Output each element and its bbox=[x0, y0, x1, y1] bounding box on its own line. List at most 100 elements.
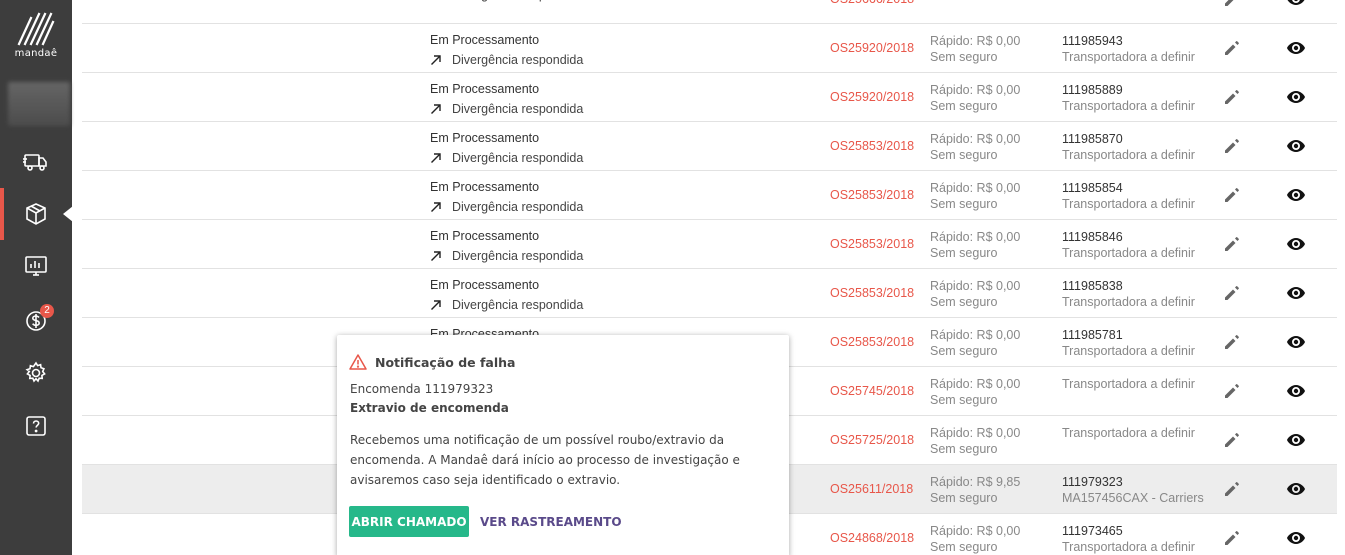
table-row[interactable]: Em Processamento Divergência respondida … bbox=[82, 24, 1337, 73]
tracking-cell: Transportadora a definir bbox=[1062, 376, 1195, 392]
popup-message: Recebemos uma notificação de um possível… bbox=[350, 433, 740, 487]
status-text: Em Processamento bbox=[430, 278, 540, 292]
insurance: Sem seguro bbox=[930, 99, 998, 113]
edit-pencil-icon[interactable] bbox=[1222, 87, 1242, 107]
shipping-type: Rápido: R$ 0,00 bbox=[930, 181, 1021, 195]
edit-pencil-icon[interactable] bbox=[1222, 528, 1242, 548]
insurance: Sem seguro bbox=[930, 246, 998, 260]
order-number[interactable]: OS25920/2018 bbox=[830, 41, 914, 55]
carrier: MA157456CAX - Carriers bbox=[1062, 491, 1204, 505]
view-eye-icon[interactable] bbox=[1286, 138, 1306, 154]
logo-text: mandaê bbox=[14, 48, 58, 59]
order-number[interactable]: OS25853/2018 bbox=[830, 188, 914, 202]
arrow-up-right-icon bbox=[430, 103, 452, 115]
table-row[interactable]: Em Processamento Divergência respondida … bbox=[82, 220, 1337, 269]
nav-shipments[interactable] bbox=[0, 135, 72, 187]
tracking-cell: 111985943 Transportadora a definir bbox=[1062, 33, 1195, 65]
truck-icon bbox=[23, 154, 47, 171]
table-row[interactable]: Em Processamento Divergência respondida … bbox=[82, 171, 1337, 220]
edit-pencil-icon[interactable] bbox=[1222, 283, 1242, 303]
avatar[interactable] bbox=[8, 82, 70, 126]
edit-pencil-icon[interactable] bbox=[1222, 479, 1242, 499]
order-number[interactable]: OS25853/2018 bbox=[830, 237, 914, 251]
order-number[interactable]: OS25611/2018 bbox=[830, 482, 913, 496]
shipping-cell: Rápido: R$ 0,00 Sem seguro bbox=[930, 376, 1020, 408]
view-eye-icon[interactable] bbox=[1286, 383, 1306, 399]
order-number[interactable]: OS25853/2018 bbox=[830, 335, 914, 349]
status-detail: Divergência respondida bbox=[452, 298, 584, 312]
nav-payments[interactable]: 2 bbox=[0, 294, 72, 346]
order-number[interactable]: OS25745/2018 bbox=[830, 384, 914, 398]
package-number: Encomenda 111979323 bbox=[350, 382, 494, 396]
tracking-cell: Transportadora a definir bbox=[1062, 425, 1195, 441]
arrow-up-right-icon bbox=[430, 201, 452, 213]
view-eye-icon[interactable] bbox=[1286, 89, 1306, 105]
view-eye-icon[interactable] bbox=[1286, 285, 1306, 301]
table-row[interactable]: Em Processamento Divergência respondida … bbox=[82, 122, 1337, 171]
order-number[interactable]: OS25853/2018 bbox=[830, 286, 914, 300]
nav-reports[interactable] bbox=[0, 241, 72, 293]
tracking-cell: 111985838 Transportadora a definir bbox=[1062, 278, 1195, 310]
view-eye-icon[interactable] bbox=[1286, 481, 1306, 497]
table-row[interactable]: Em Processamento Divergência respondida … bbox=[82, 73, 1337, 122]
edit-pencil-icon[interactable] bbox=[1222, 234, 1242, 254]
edit-pencil-icon[interactable] bbox=[1222, 38, 1242, 58]
view-eye-icon[interactable] bbox=[1286, 236, 1306, 252]
status-detail: Divergência respondida bbox=[452, 0, 583, 3]
status-text: Em Processamento bbox=[430, 33, 540, 47]
status-detail: Divergência respondida bbox=[452, 249, 584, 263]
edit-pencil-icon[interactable] bbox=[1222, 381, 1242, 401]
shipping-cell: Rápido: R$ 0,00 Sem seguro bbox=[930, 327, 1020, 359]
edit-pencil-icon[interactable] bbox=[1222, 185, 1242, 205]
shipping-type: Rápido: R$ 0,00 bbox=[930, 426, 1021, 440]
view-eye-icon[interactable] bbox=[1286, 40, 1306, 56]
status-text: Em Processamento bbox=[430, 131, 540, 145]
edit-pencil-icon[interactable] bbox=[1222, 0, 1242, 9]
edit-pencil-icon[interactable] bbox=[1222, 332, 1242, 352]
insurance: Sem seguro bbox=[930, 491, 998, 505]
view-eye-icon[interactable] bbox=[1286, 0, 1306, 7]
insurance: Sem seguro bbox=[930, 540, 998, 554]
carrier: Transportadora a definir bbox=[1062, 295, 1195, 309]
shipping-cell: Rápido: R$ 0,00 Sem seguro bbox=[930, 229, 1020, 261]
carrier: Transportadora a definir bbox=[1062, 540, 1195, 554]
table-row[interactable]: Em Processamento Divergência respondida … bbox=[82, 269, 1337, 318]
status-detail: Divergência respondida bbox=[452, 200, 584, 214]
view-eye-icon[interactable] bbox=[1286, 530, 1306, 546]
order-number[interactable]: OS25920/2018 bbox=[830, 90, 914, 104]
shipping-cell: Rápido: R$ 0,00 Sem seguro bbox=[930, 33, 1020, 65]
status-text: Em Processamento bbox=[430, 229, 540, 243]
carrier: Transportadora a definir bbox=[1062, 50, 1195, 64]
status-detail: Divergência respondida bbox=[452, 102, 584, 116]
status-cell: Em Processamento Divergência respondida bbox=[430, 81, 583, 117]
gear-icon bbox=[25, 361, 46, 383]
view-eye-icon[interactable] bbox=[1286, 187, 1306, 203]
shipping-type: Rápido: R$ 0,00 bbox=[930, 279, 1021, 293]
open-ticket-button[interactable]: ABRIR CHAMADO bbox=[349, 506, 469, 537]
view-eye-icon[interactable] bbox=[1286, 432, 1306, 448]
edit-pencil-icon[interactable] bbox=[1222, 430, 1242, 450]
view-tracking-link[interactable]: VER RASTREAMENTO bbox=[480, 506, 622, 537]
logo[interactable]: mandaê bbox=[0, 12, 72, 68]
carrier: Transportadora a definir bbox=[1062, 99, 1195, 113]
shipping-cell: Rápido: R$ 0,00 Sem seguro bbox=[930, 523, 1020, 555]
shipping-cell: Rápido: R$ 0,00 Sem seguro bbox=[930, 278, 1020, 310]
status-cell: Em Processamento Divergência respondida bbox=[430, 228, 583, 264]
insurance: Sem seguro bbox=[930, 197, 998, 211]
nav-packages[interactable] bbox=[0, 188, 73, 240]
nav-settings[interactable] bbox=[0, 347, 72, 399]
carrier: Transportadora a definir bbox=[1062, 426, 1195, 440]
insurance: Sem seguro bbox=[930, 148, 998, 162]
failure-notification-popup: Notificação de falha Encomenda 111979323… bbox=[337, 335, 789, 555]
order-number[interactable]: OS24868/2018 bbox=[830, 531, 914, 545]
order-number[interactable]: OS25666/2018 bbox=[830, 0, 914, 6]
nav-help[interactable] bbox=[0, 400, 72, 452]
arrow-up-right-icon bbox=[430, 0, 452, 1]
edit-pencil-icon[interactable] bbox=[1222, 136, 1242, 156]
table-row[interactable]: São Paulo, SP · 02244-080 · Rua Vicenza,… bbox=[82, 0, 1337, 24]
shipping-cell: Rápido: R$ 0,00 Sem seguro bbox=[930, 425, 1020, 457]
order-number[interactable]: OS25725/2018 bbox=[830, 433, 914, 447]
order-number[interactable]: OS25853/2018 bbox=[830, 139, 914, 153]
tracking-number: 111985943 bbox=[1062, 34, 1123, 48]
view-eye-icon[interactable] bbox=[1286, 334, 1306, 350]
